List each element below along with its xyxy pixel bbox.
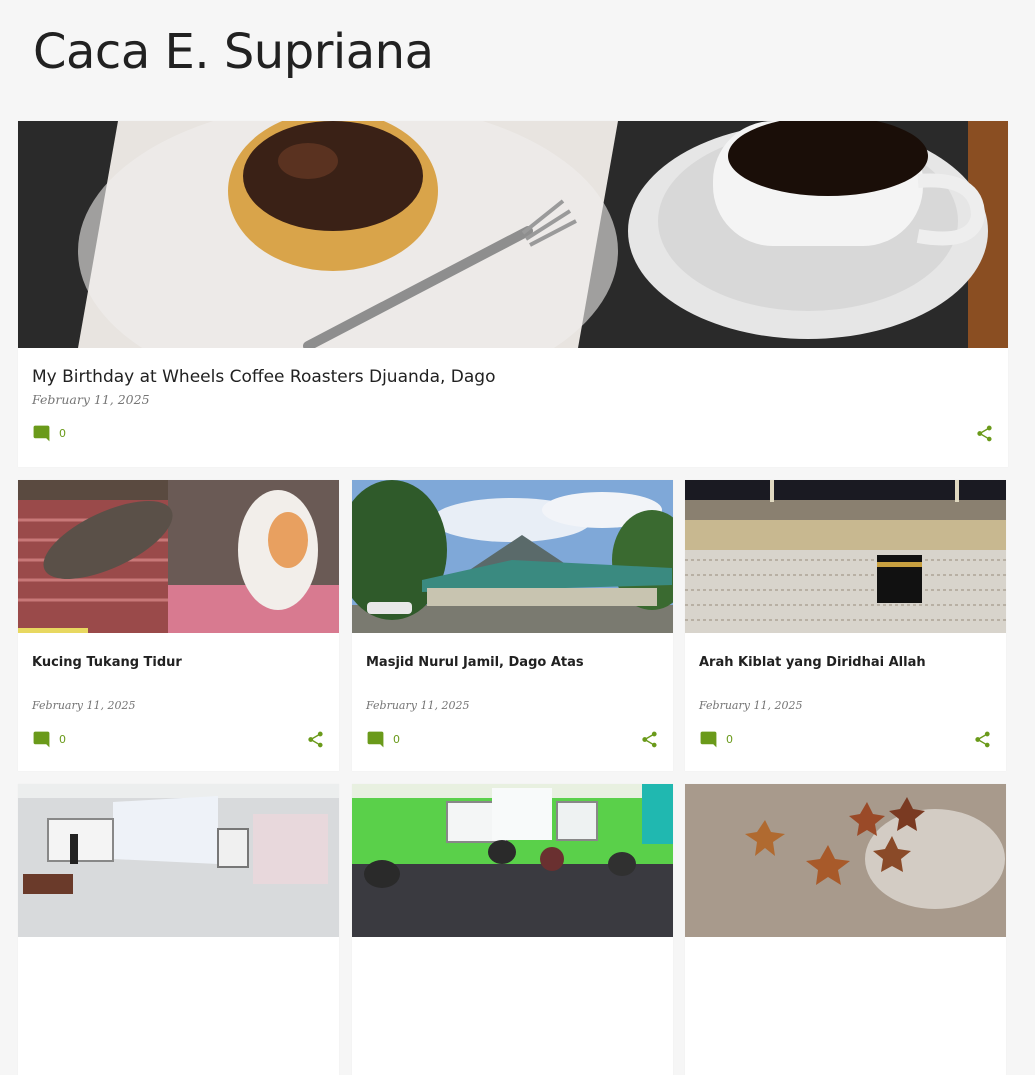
post-title[interactable]: Masjid Nurul Jamil, Dago Atas <box>366 655 584 670</box>
comment-count: 0 <box>59 733 66 746</box>
post-card: Kucing Tukang Tidur February 11, 2025 0 <box>18 480 339 771</box>
post-image[interactable] <box>685 480 1006 633</box>
post-image[interactable] <box>352 480 673 633</box>
post-card <box>18 784 339 1075</box>
share-button[interactable] <box>640 730 659 749</box>
comments-link[interactable]: 0 <box>366 730 400 749</box>
post-card <box>352 784 673 1075</box>
post-title[interactable]: Arah Kiblat yang Diridhai Allah <box>699 655 926 670</box>
share-button[interactable] <box>306 730 325 749</box>
comment-count: 0 <box>393 733 400 746</box>
share-button[interactable] <box>973 730 992 749</box>
featured-comments-link[interactable]: 0 <box>32 424 66 443</box>
post-date[interactable]: February 11, 2025 <box>366 699 469 712</box>
post-card: Masjid Nurul Jamil, Dago Atas February 1… <box>352 480 673 771</box>
featured-post-card: My Birthday at Wheels Coffee Roasters Dj… <box>18 121 1008 467</box>
post-card <box>685 784 1006 1075</box>
share-icon <box>975 731 990 748</box>
post-image[interactable] <box>18 784 339 937</box>
post-image[interactable] <box>18 480 339 633</box>
comment-count: 0 <box>59 427 66 440</box>
share-icon <box>977 425 992 442</box>
post-date[interactable]: February 11, 2025 <box>32 699 135 712</box>
featured-post-image[interactable] <box>18 121 1008 348</box>
blog-title[interactable]: Caca E. Supriana <box>33 22 434 82</box>
comment-icon <box>699 730 718 749</box>
featured-share-button[interactable] <box>975 424 994 443</box>
post-date[interactable]: February 11, 2025 <box>699 699 802 712</box>
comments-link[interactable]: 0 <box>699 730 733 749</box>
share-icon <box>308 731 323 748</box>
comment-icon <box>32 424 51 443</box>
comment-icon <box>366 730 385 749</box>
comment-icon <box>32 730 51 749</box>
comment-count: 0 <box>726 733 733 746</box>
featured-post-date[interactable]: February 11, 2025 <box>32 392 150 407</box>
post-image[interactable] <box>352 784 673 937</box>
post-image[interactable] <box>685 784 1006 937</box>
post-title[interactable]: Kucing Tukang Tidur <box>32 655 182 670</box>
share-icon <box>642 731 657 748</box>
featured-post-title[interactable]: My Birthday at Wheels Coffee Roasters Dj… <box>32 367 496 387</box>
post-card: Arah Kiblat yang Diridhai Allah February… <box>685 480 1006 771</box>
comments-link[interactable]: 0 <box>32 730 66 749</box>
